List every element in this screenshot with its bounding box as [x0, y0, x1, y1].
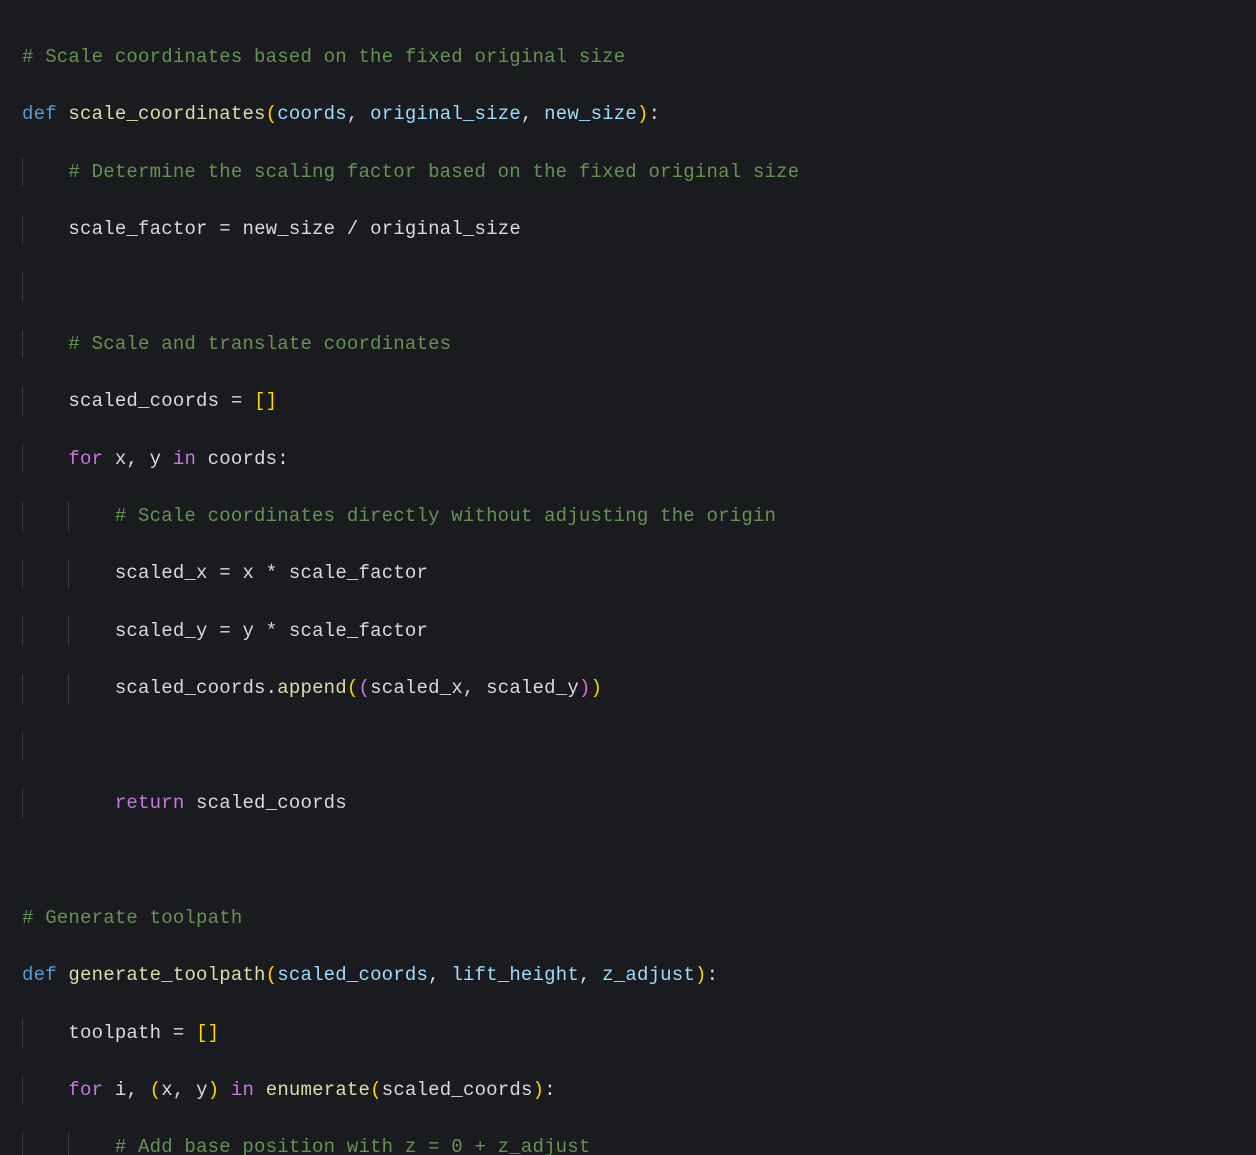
paren: ( [266, 964, 278, 986]
keyword-in: in [173, 448, 208, 470]
op: * [266, 562, 289, 584]
code-line: for i, (x, y) in enumerate(scaled_coords… [22, 1076, 1236, 1105]
param: scaled_coords [277, 964, 428, 986]
text [219, 1079, 231, 1101]
paren: ( [150, 1079, 162, 1101]
text: y [242, 620, 265, 642]
keyword-def: def [22, 964, 68, 986]
text: scaled_coords [196, 792, 347, 814]
text: original_size [370, 218, 521, 240]
text: scale_factor [289, 562, 428, 584]
op: = [231, 390, 254, 412]
builtin: enumerate [266, 1079, 370, 1101]
keyword-def: def [22, 103, 68, 125]
bracket: [] [254, 390, 277, 412]
code-line: scale_factor = new_size / original_size [22, 215, 1236, 244]
text: scaled_coords [382, 1079, 533, 1101]
paren: ) [695, 964, 707, 986]
op: = [219, 620, 242, 642]
text: coords: [208, 448, 289, 470]
text: , [521, 103, 544, 125]
code-line [22, 846, 1236, 875]
code-line: scaled_x = x * scale_factor [22, 559, 1236, 588]
text: , [579, 964, 602, 986]
text: scaled_x [115, 562, 219, 584]
param: original_size [370, 103, 521, 125]
comment: # Determine the scaling factor based on … [22, 161, 799, 183]
code-line: scaled_coords.append((scaled_x, scaled_y… [22, 674, 1236, 703]
comment: # Scale and translate coordinates [22, 333, 451, 355]
code-line [22, 272, 1236, 301]
op: / [347, 218, 370, 240]
paren: ) [208, 1079, 220, 1101]
function-name: scale_coordinates [68, 103, 265, 125]
code-line: def scale_coordinates(coords, original_s… [22, 100, 1236, 129]
text: i, [115, 1079, 150, 1101]
comment: # Generate toolpath [22, 907, 242, 929]
code-line [22, 732, 1236, 761]
colon: : [707, 964, 719, 986]
code-line: # Scale coordinates directly without adj… [22, 502, 1236, 531]
paren: ( [266, 103, 278, 125]
op: = [173, 1022, 196, 1044]
text: scaled_coords. [115, 677, 277, 699]
text: , [428, 964, 451, 986]
keyword-return: return [68, 792, 196, 814]
op: = [219, 562, 242, 584]
op: = [219, 218, 242, 240]
code-line: toolpath = [] [22, 1019, 1236, 1048]
text: toolpath [68, 1022, 172, 1044]
keyword-for: for [68, 448, 114, 470]
comment: # Add base position with z = 0 + z_adjus… [22, 1136, 591, 1155]
code-line: # Scale coordinates based on the fixed o… [22, 43, 1236, 72]
paren: ) [533, 1079, 545, 1101]
param: z_adjust [602, 964, 695, 986]
code-line: # Generate toolpath [22, 904, 1236, 933]
code-line: scaled_y = y * scale_factor [22, 617, 1236, 646]
param: coords [277, 103, 347, 125]
colon: : [649, 103, 661, 125]
code-line: # Determine the scaling factor based on … [22, 158, 1236, 187]
code-editor[interactable]: # Scale coordinates based on the fixed o… [0, 0, 1256, 1155]
text: scaled_x, scaled_y [370, 677, 579, 699]
text: , [347, 103, 370, 125]
text: x, y [115, 448, 173, 470]
comment: # Scale coordinates based on the fixed o… [22, 46, 625, 68]
text: x [242, 562, 265, 584]
paren: ( [347, 677, 359, 699]
method: append [277, 677, 347, 699]
colon: : [544, 1079, 556, 1101]
paren: ) [579, 677, 591, 699]
text: scale_factor [68, 218, 219, 240]
keyword-in: in [231, 1079, 266, 1101]
comment: # Scale coordinates directly without adj… [22, 505, 776, 527]
text: new_size [242, 218, 346, 240]
paren: ( [370, 1079, 382, 1101]
code-line: scaled_coords = [] [22, 387, 1236, 416]
paren: ) [637, 103, 649, 125]
op: * [266, 620, 289, 642]
function-name: generate_toolpath [68, 964, 265, 986]
code-line: for x, y in coords: [22, 445, 1236, 474]
code-line: def generate_toolpath(scaled_coords, lif… [22, 961, 1236, 990]
text: scaled_coords [68, 390, 230, 412]
keyword-for: for [68, 1079, 114, 1101]
param: lift_height [451, 964, 579, 986]
paren: ) [591, 677, 603, 699]
param: new_size [544, 103, 637, 125]
code-line: # Scale and translate coordinates [22, 330, 1236, 359]
code-line: # Add base position with z = 0 + z_adjus… [22, 1133, 1236, 1155]
text: x, y [161, 1079, 207, 1101]
bracket: [] [196, 1022, 219, 1044]
code-line: return scaled_coords [22, 789, 1236, 818]
text: scaled_y [115, 620, 219, 642]
text: scale_factor [289, 620, 428, 642]
paren: ( [359, 677, 371, 699]
